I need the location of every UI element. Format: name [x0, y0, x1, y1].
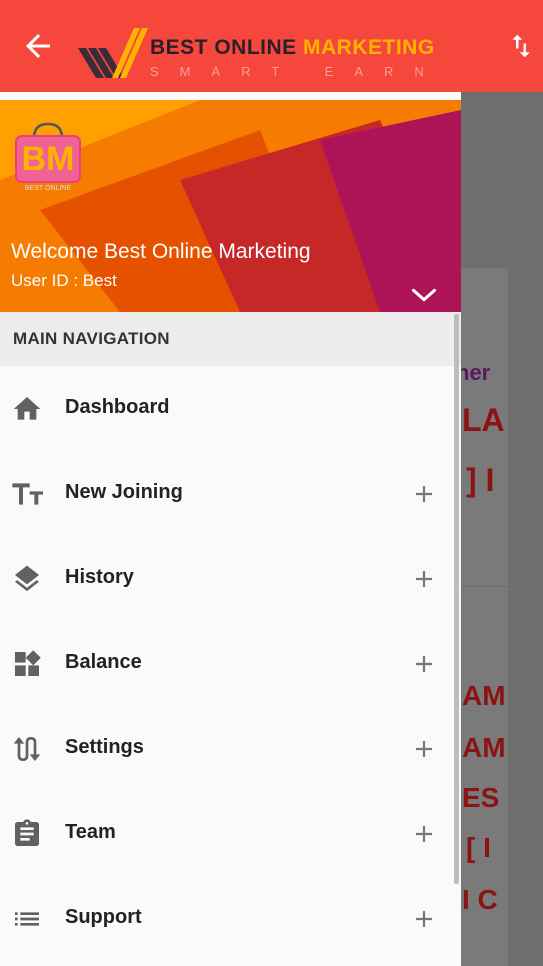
menu-item-label: Team [65, 821, 116, 843]
background-text: I C [462, 884, 498, 915]
menu-item-label: Support [65, 906, 142, 928]
user-avatar: BM BEST ONLINE [10, 120, 86, 196]
welcome-text: Welcome Best Online Marketing [11, 240, 311, 263]
section-header: MAIN NAVIGATION [0, 312, 461, 366]
drawer-scrollbar[interactable] [454, 314, 459, 884]
layers-icon [15, 565, 39, 592]
menu-item-label: Settings [65, 736, 144, 758]
background-text: ] I [466, 462, 495, 498]
menu-item-new-joining[interactable]: New Joining [0, 451, 461, 536]
menu-item-support[interactable]: Support [0, 876, 461, 961]
background-text: ner [456, 360, 491, 385]
svg-text:BM: BM [22, 140, 75, 178]
plus-icon[interactable] [414, 484, 434, 504]
svg-text:BEST ONLINE: BEST ONLINE [25, 185, 71, 192]
menu-item-settings[interactable]: Settings [0, 706, 461, 791]
app-bar: BEST ONLINE MARKETING SMART EARN [0, 0, 543, 92]
background-text: AM [462, 732, 506, 763]
swap-arrows-icon [13, 737, 41, 761]
text-size-icon [12, 483, 43, 505]
logo-title: BEST ONLINE MARKETING [150, 36, 435, 59]
list-icon [15, 912, 39, 926]
drawer-header: BM BEST ONLINE Welcome Best Online Marke… [0, 100, 461, 312]
background-text: LA [462, 402, 505, 438]
plus-icon[interactable] [414, 569, 434, 589]
menu-item-label: History [65, 566, 134, 588]
background-text: AM [462, 680, 506, 711]
plus-icon[interactable] [414, 739, 434, 759]
swap-vertical-icon[interactable] [506, 28, 536, 64]
chevron-down-icon[interactable] [410, 284, 438, 306]
plus-icon[interactable] [414, 654, 434, 674]
logo-mark-icon [78, 28, 148, 78]
menu-item-history[interactable]: History [0, 536, 461, 621]
plus-icon[interactable] [414, 824, 434, 844]
back-arrow-icon[interactable] [20, 28, 56, 64]
home-icon [13, 397, 41, 420]
menu-item-team[interactable]: Team [0, 791, 461, 876]
background-text: ES [462, 782, 500, 813]
section-title: MAIN NAVIGATION [13, 329, 170, 348]
brand-logo: BEST ONLINE MARKETING SMART EARN [78, 28, 438, 80]
widgets-icon [15, 650, 41, 676]
menu-item-balance[interactable]: Balance [0, 621, 461, 706]
navigation-drawer: BM BEST ONLINE Welcome Best Online Marke… [0, 92, 461, 966]
plus-icon[interactable] [414, 909, 434, 929]
clipboard-icon [15, 819, 39, 846]
menu-item-label: Dashboard [65, 396, 170, 418]
menu-item-label: Balance [65, 651, 142, 673]
background-text: [ I [466, 832, 491, 863]
user-id-text: User ID : Best [11, 271, 117, 290]
menu-item-label: New Joining [65, 481, 183, 503]
logo-tagline: SMART EARN [150, 64, 445, 79]
menu-item-dashboard[interactable]: Dashboard [0, 366, 461, 451]
